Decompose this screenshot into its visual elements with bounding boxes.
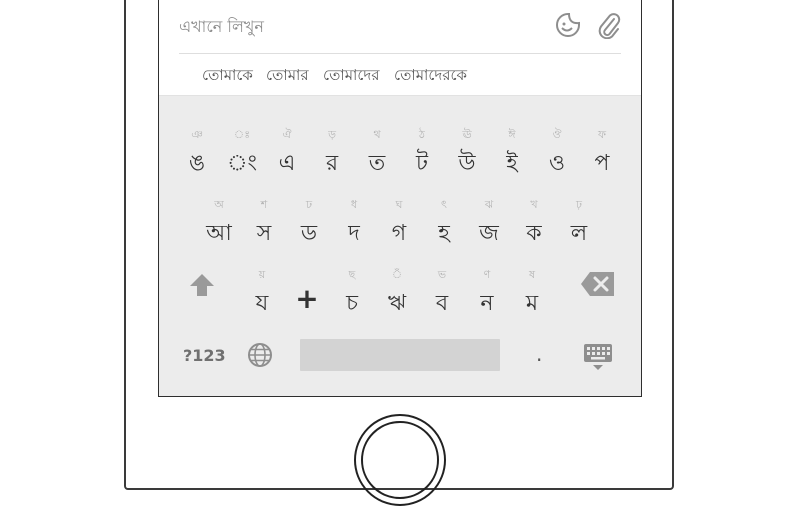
key-label: ট [416,151,428,176]
key[interactable]: ষম [512,266,552,322]
key-label: ঋ [387,291,407,316]
paperclip-icon[interactable] [596,11,622,39]
suggestion-strip: তোমাকে তোমার তোমাদের তোমাদেরকে [159,56,641,94]
key-hint: ধ [350,198,358,211]
key-label: উ [458,151,476,176]
key[interactable]: য় য [242,266,282,322]
key[interactable]: থত [357,126,397,182]
suggestion-item[interactable]: তোমাদের [323,64,380,89]
home-button[interactable] [354,414,446,506]
key-hint: ঢ় [576,198,582,211]
key-hint: ঊ [462,128,472,141]
key-hint: য় [258,268,266,281]
key-label: হ [438,221,450,246]
key-label: ত [368,151,386,176]
key-hint: ৎ [441,198,447,211]
key-hint: ষ [528,268,536,281]
key-hint: ঔ [552,128,562,141]
key-hint: ঝ [484,198,494,211]
key[interactable]: ঝজ [469,196,509,252]
key[interactable]: ঊউ [447,126,487,182]
key-label: ং [226,151,258,176]
key-label: ঙ [188,151,206,176]
spacebar[interactable] [300,339,500,371]
key-label: চ [346,291,358,316]
key-hint: ফ [597,128,607,141]
emoji-sticker-icon[interactable] [555,12,581,38]
key-hint: অ [214,198,224,211]
key[interactable]: ঘগ [379,196,419,252]
key[interactable]: ঈই [492,126,532,182]
key-label: জ [479,221,499,246]
key[interactable]: ধদ [334,196,374,252]
key-hint: ঈ [508,128,516,141]
suggestion-item[interactable]: তোমার [266,64,309,89]
key-label: + [295,282,319,315]
key[interactable]: ঔও [537,126,577,182]
key[interactable]: অআ [199,196,239,252]
input-divider [179,53,621,54]
backspace-icon[interactable] [580,271,616,297]
key[interactable]: ফপ [582,126,622,182]
key-label: র [325,151,339,176]
message-placeholder: এখানে লিখুন [179,17,264,36]
key[interactable]: খক [514,196,554,252]
shift-arrow-icon[interactable] [187,270,217,300]
key-label: ও [548,151,566,176]
key[interactable]: ৎহ [424,196,464,252]
key-label: ব [435,291,449,316]
key[interactable]: ঢড [289,196,329,252]
key[interactable]: ঐএ [267,126,307,182]
key-label: ম [525,291,539,316]
key-hint: ঐ [282,128,292,141]
key[interactable]: ঁ ঋ [377,266,417,322]
key-label: প [594,151,610,176]
key[interactable]: ঃং [222,126,262,182]
key-hint: ণ [483,268,491,281]
key-label: ক [526,221,542,246]
key-hint: শ [260,198,268,211]
key-label: ই [506,151,518,176]
key-label: এ [278,151,296,176]
globe-icon[interactable] [247,342,273,368]
home-button-ring [361,421,439,499]
key[interactable]: ভব [422,266,462,322]
key-label: ড [300,221,318,246]
key-hint: থ [373,128,381,141]
key-hint: খ [530,198,538,211]
key-hint: ছ [348,268,356,281]
key-hint: ঞ [191,128,203,141]
key[interactable]: ঢ় ল [559,196,599,252]
key[interactable]: ঞঙ [177,126,217,182]
key-label: স [256,221,272,246]
key-label: দ [348,221,360,246]
key[interactable]: শস [244,196,284,252]
key-hint: ঃ [233,128,251,141]
key-hint: ঘ [395,198,403,211]
key-label: য [255,291,269,316]
key-hint: ঁ [391,268,403,281]
key-hint: ঢ [305,198,313,211]
key[interactable]: + [287,266,327,322]
symbols-key[interactable]: ?123 [183,346,226,365]
key-label: ল [570,221,588,246]
key-hint: ড় [328,128,336,141]
key-hint: ভ [437,268,447,281]
suggestion-item[interactable]: তোমাদেরকে [394,64,467,89]
key-label: গ [391,221,407,246]
phone-screen: এখানে লিখুন তোমাকে তোমার তোমাদের তোমাদের… [158,0,642,397]
key[interactable]: ড় র [312,126,352,182]
key[interactable]: ছচ [332,266,372,322]
key-label: আ [206,221,232,246]
period-key[interactable]: . [536,342,542,366]
key-label: ন [480,291,494,316]
key[interactable]: ঠট [402,126,442,182]
keyboard-hide-icon[interactable] [583,342,613,372]
suggestion-item[interactable]: তোমাকে [202,64,253,89]
key[interactable]: ণন [467,266,507,322]
bangla-keyboard: ঞঙ ঃং ঐএ ড় র থত ঠট ঊউ ঈই ঔও ফপ অআ শস ঢড … [159,95,641,396]
message-input[interactable]: এখানে লিখুন [159,0,641,50]
key-hint: ঠ [419,128,425,141]
